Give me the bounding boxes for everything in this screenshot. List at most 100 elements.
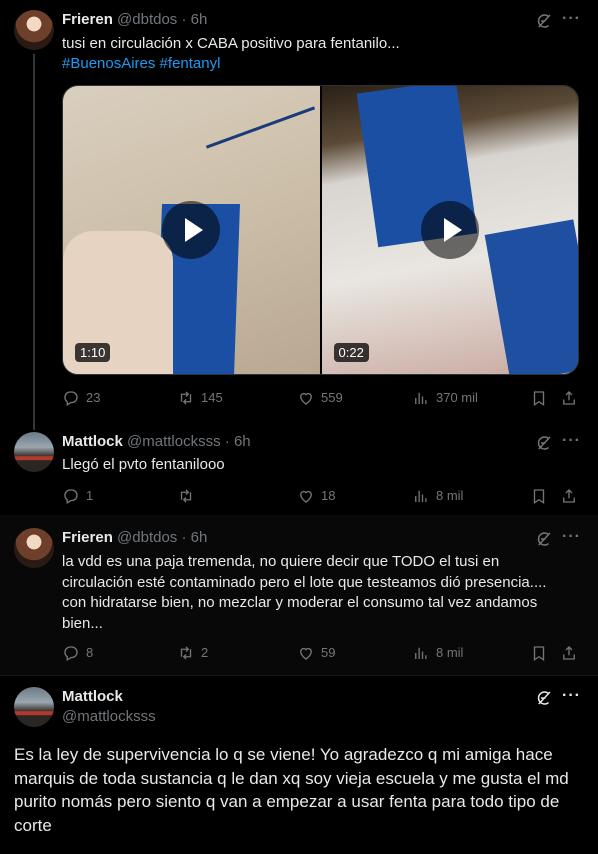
separator-dot: · (181, 529, 187, 546)
video-2-card (484, 219, 578, 374)
like-button[interactable]: 59 (297, 644, 335, 662)
like-icon (297, 389, 315, 407)
like-count: 59 (321, 645, 336, 660)
like-icon (297, 487, 315, 505)
reply-button[interactable]: 8 (62, 644, 93, 662)
reply-icon (62, 487, 80, 505)
grok-icon[interactable] (535, 12, 553, 30)
repost-button[interactable] (177, 487, 201, 505)
views-button[interactable]: 370 mil (412, 389, 478, 407)
author-handle-line: @mattlocksss (62, 707, 156, 727)
like-count: 18 (321, 488, 336, 503)
more-options-icon[interactable]: ··· (562, 528, 581, 546)
bookmark-icon (530, 389, 548, 407)
reply-count: 8 (86, 645, 94, 660)
tweet-frieren-1[interactable]: Frieren @dbtdos · 6h ··· tusi en circula… (0, 0, 598, 418)
reply-count: 1 (86, 488, 94, 503)
timestamp[interactable]: 6h (234, 433, 251, 450)
author-handle[interactable]: @dbtdos (117, 529, 177, 546)
repost-icon (177, 389, 195, 407)
grok-icon[interactable] (535, 689, 553, 707)
bookmark-icon (530, 644, 548, 662)
action-bar: 23 145 559 370 mil (62, 389, 582, 409)
tweet-header: Frieren @dbtdos · 6h (62, 528, 207, 548)
author-name[interactable]: Mattlock (62, 688, 123, 705)
tweet-body: tusi en circulación x CABA positivo para… (62, 35, 400, 52)
avatar-frieren[interactable] (14, 528, 54, 568)
views-count: 8 mil (436, 488, 464, 503)
views-count: 370 mil (436, 390, 478, 405)
share-button[interactable] (560, 644, 578, 662)
hashtags-link[interactable]: #BuenosAires #fentanyl (62, 54, 572, 74)
tweet-body: la vdd es una paja tremenda, no quiere d… (62, 553, 547, 632)
action-bar: 1 18 8 mil (62, 487, 582, 507)
author-handle[interactable]: @mattlocksss (62, 708, 156, 725)
like-button[interactable]: 18 (297, 487, 335, 505)
timestamp[interactable]: 6h (191, 11, 208, 28)
reply-count: 23 (86, 390, 101, 405)
tweet-text: tusi en circulación x CABA positivo para… (62, 34, 572, 74)
more-options-icon[interactable]: ··· (562, 10, 581, 28)
share-icon (560, 644, 578, 662)
bookmark-icon (530, 487, 548, 505)
grok-icon[interactable] (535, 530, 553, 548)
bookmark-button[interactable] (530, 389, 548, 407)
author-name[interactable]: Frieren (62, 529, 113, 546)
author-handle[interactable]: @dbtdos (117, 11, 177, 28)
repost-count: 145 (201, 390, 223, 405)
video-2[interactable]: 0:22 (321, 86, 578, 374)
tweet-header: Frieren @dbtdos · 6h (62, 10, 207, 30)
separator-dot: · (224, 433, 230, 450)
repost-icon (177, 487, 195, 505)
tweet-body: Es la ley de supervivencia lo q se viene… (14, 745, 569, 835)
like-button[interactable]: 559 (297, 389, 343, 407)
bookmark-button[interactable] (530, 644, 548, 662)
share-icon (560, 389, 578, 407)
grok-icon[interactable] (535, 434, 553, 452)
video-duration: 1:10 (75, 343, 111, 362)
bookmark-button[interactable] (530, 487, 548, 505)
tweet-mattlock-focused[interactable]: Mattlock @mattlocksss ··· Es la ley de s… (0, 675, 598, 854)
repost-count: 2 (201, 645, 209, 660)
reply-button[interactable]: 1 (62, 487, 93, 505)
reply-icon (62, 389, 80, 407)
more-options-icon[interactable]: ··· (562, 432, 581, 450)
more-options-icon[interactable]: ··· (562, 687, 581, 705)
avatar-mattlock[interactable] (14, 432, 54, 472)
share-button[interactable] (560, 487, 578, 505)
tweet-header: Mattlock @mattlocksss · 6h (62, 432, 251, 452)
author-name[interactable]: Mattlock (62, 433, 123, 450)
views-icon (412, 487, 430, 505)
play-button-icon[interactable] (162, 201, 221, 259)
avatar-mattlock[interactable] (14, 687, 54, 727)
play-button-icon[interactable] (420, 201, 479, 259)
tweet-frieren-2[interactable]: Frieren @dbtdos · 6h ··· la vdd es una p… (0, 515, 598, 675)
author-handle[interactable]: @mattlocksss (127, 433, 221, 450)
share-button[interactable] (560, 389, 578, 407)
thread-line (33, 418, 35, 430)
action-bar: 8 2 59 8 mil (62, 644, 582, 664)
media-grid: 1:10 0:22 (62, 85, 579, 375)
views-icon (412, 644, 430, 662)
like-count: 559 (321, 390, 343, 405)
repost-button[interactable]: 2 (177, 644, 208, 662)
video-1[interactable]: 1:10 (63, 86, 320, 374)
reply-button[interactable]: 23 (62, 389, 100, 407)
timestamp[interactable]: 6h (191, 529, 208, 546)
tweet-mattlock-1[interactable]: Mattlock @mattlocksss · 6h ··· Llegó el … (0, 418, 598, 515)
like-icon (297, 644, 315, 662)
video-duration: 0:22 (333, 343, 369, 362)
views-icon (412, 389, 430, 407)
repost-icon (177, 644, 195, 662)
separator-dot: · (181, 11, 187, 28)
repost-button[interactable]: 145 (177, 389, 223, 407)
views-button[interactable]: 8 mil (412, 487, 463, 505)
views-count: 8 mil (436, 645, 464, 660)
share-icon (560, 487, 578, 505)
thread-line (33, 54, 35, 418)
views-button[interactable]: 8 mil (412, 644, 463, 662)
reply-icon (62, 644, 80, 662)
author-name-line: Mattlock (62, 687, 123, 707)
avatar-frieren[interactable] (14, 10, 54, 50)
author-name[interactable]: Frieren (62, 11, 113, 28)
